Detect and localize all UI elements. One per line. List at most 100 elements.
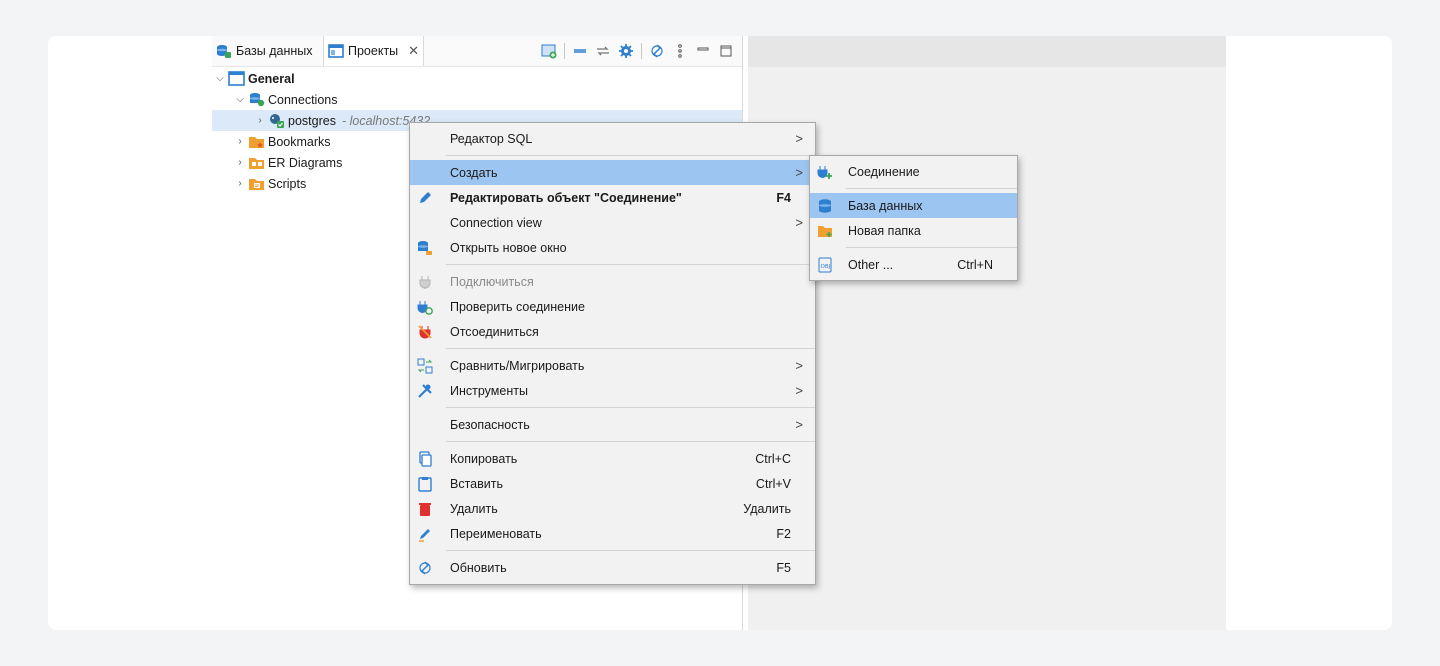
submenu-item-other[interactable]: OBJ Other ... Ctrl+N [810,252,1017,277]
plug-refresh-icon [416,298,433,315]
menu-item-copy[interactable]: Копировать Ctrl+C [410,446,815,471]
menu-label: Копировать [450,451,518,466]
menu-label: Инструменты [450,383,528,398]
menu-shortcut: Ctrl+V [755,476,791,491]
rename-pen-icon [416,525,433,542]
bookmarks-folder-icon [248,134,265,149]
maximize-icon[interactable] [718,43,734,59]
menu-shortcut: Удалить [743,501,791,516]
create-submenu: Соединение База данных Новая папка OBJ O… [809,155,1018,281]
editor-tab-strip [748,36,1226,67]
menu-item-delete[interactable]: Удалить Удалить [410,496,815,521]
menu-shortcut: F2 [776,526,791,541]
menu-separator [846,188,1017,189]
chevron-down-icon[interactable]: ⌵ [214,73,226,84]
menu-item-check-connection[interactable]: Проверить соединение [410,294,815,319]
paste-clipboard-icon [416,475,433,492]
menu-item-tools[interactable]: Инструменты > [410,378,815,403]
disconnect-plug-icon [416,323,433,340]
connections-icon [248,92,265,107]
menu-label: Connection view [450,215,542,230]
more-options-icon[interactable] [672,43,688,59]
tree-label-bookmarks: Bookmarks [268,134,331,149]
menu-label: Безопасность [450,417,530,432]
close-tab-icon[interactable]: ✕ [408,43,419,59]
menu-separator [446,155,815,156]
er-diagrams-folder-icon [248,155,265,170]
scripts-folder-icon [248,176,265,191]
editor-area [748,36,1226,630]
menu-item-create[interactable]: Создать > [410,160,815,185]
projects-icon [328,43,344,59]
tab-bar: Базы данных Проекты ✕ [212,36,742,67]
tab-databases-label: Базы данных [236,44,313,58]
submenu-arrow-icon: > [795,165,803,180]
menu-item-open-new-window[interactable]: Открыть новое окно [410,235,815,260]
menu-label: Проверить соединение [450,299,585,314]
menu-separator [446,407,815,408]
chevron-right-icon[interactable]: › [234,157,246,168]
plug-icon [416,273,433,290]
menu-label: Создать [450,165,498,180]
collapse-all-icon[interactable] [572,43,588,59]
refresh-icon [416,559,433,576]
menu-item-security[interactable]: Безопасность > [410,412,815,437]
new-connection-icon[interactable] [541,43,557,59]
menu-item-connect[interactable]: Подключиться [410,269,815,294]
project-folder-icon [228,71,245,86]
chevron-right-icon[interactable]: › [254,115,266,126]
tree-label-connections: Connections [268,92,338,107]
tab-databases[interactable]: Базы данных [212,36,317,66]
submenu-arrow-icon: > [795,215,803,230]
menu-item-paste[interactable]: Вставить Ctrl+V [410,471,815,496]
menu-label: Редактор SQL [450,131,533,146]
tree-item-general[interactable]: ⌵ General [212,68,742,89]
pane-toolbar [541,36,734,66]
menu-label: Удалить [450,501,498,516]
toolbar-separator [564,43,565,59]
trash-icon [416,500,433,517]
menu-label: Соединение [848,164,920,179]
menu-shortcut: Ctrl+C [755,451,791,466]
database-navigator-icon [216,43,232,59]
menu-label: Редактировать объект "Соединение" [450,190,682,205]
menu-shortcut: Ctrl+N [957,257,993,272]
menu-label: Обновить [450,560,507,575]
menu-label: База данных [848,198,923,213]
minimize-icon[interactable] [695,43,711,59]
refresh-icon[interactable] [649,43,665,59]
menu-label: Сравнить/Мигрировать [450,358,585,373]
menu-shortcut: F5 [776,560,791,575]
menu-item-disconnect[interactable]: Отсоединиться [410,319,815,344]
menu-item-connection-view[interactable]: Connection view > [410,210,815,235]
submenu-item-database[interactable]: База данных [810,193,1017,218]
new-folder-icon [816,222,833,239]
menu-item-compare-migrate[interactable]: Сравнить/Мигрировать > [410,353,815,378]
menu-label: Новая папка [848,223,921,238]
link-editor-icon[interactable] [595,43,611,59]
object-icon: OBJ [816,256,833,273]
menu-label: Переименовать [450,526,542,541]
tab-projects[interactable]: Проекты ✕ [323,36,425,66]
copy-icon [416,450,433,467]
submenu-arrow-icon: > [795,131,803,146]
right-blank-area [1226,36,1392,630]
menu-item-rename[interactable]: Переименовать F2 [410,521,815,546]
submenu-item-new-folder[interactable]: Новая папка [810,218,1017,243]
settings-gear-icon[interactable] [618,43,634,59]
menu-shortcut: F4 [776,190,791,205]
tree-item-connections[interactable]: ⌵ Connections [212,89,742,110]
submenu-arrow-icon: > [795,383,803,398]
menu-item-refresh[interactable]: Обновить F5 [410,555,815,580]
submenu-item-connection[interactable]: Соединение [810,159,1017,184]
database-window-icon [416,239,433,256]
context-menu: Редактор SQL > Создать > Редактировать о… [409,122,816,585]
chevron-right-icon[interactable]: › [234,178,246,189]
menu-item-sql-editor[interactable]: Редактор SQL > [410,126,815,151]
chevron-right-icon[interactable]: › [234,136,246,147]
menu-item-edit-object[interactable]: Редактировать объект "Соединение" F4 [410,185,815,210]
tools-icon [416,382,433,399]
postgres-elephant-icon [268,113,285,128]
menu-label: Вставить [450,476,503,491]
chevron-down-icon[interactable]: ⌵ [234,94,246,105]
